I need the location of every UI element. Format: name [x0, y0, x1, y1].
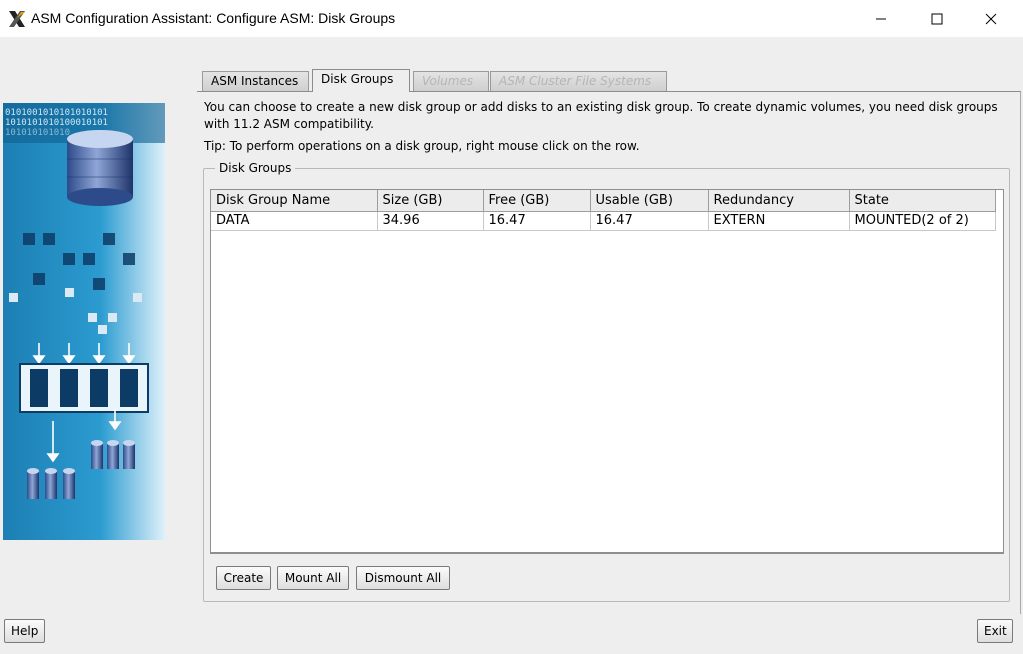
maximize-button[interactable] — [914, 0, 960, 37]
window-title: ASM Configuration Assistant: Configure A… — [31, 10, 396, 26]
column-header-redundancy[interactable]: Redundancy — [708, 190, 850, 212]
tab-disk-groups[interactable]: Disk Groups — [312, 69, 410, 92]
storage-illustration-icon: 0101001010101010101 1010101010100010101 … — [3, 103, 165, 540]
dismount-all-button[interactable]: Dismount All — [356, 566, 450, 590]
svg-text:101010101010: 101010101010 — [5, 128, 70, 138]
column-header-disk-group-name[interactable]: Disk Group Name — [211, 190, 378, 212]
disk-groups-panel-title: Disk Groups — [215, 161, 296, 175]
exit-button[interactable]: Exit — [977, 619, 1013, 643]
help-button[interactable]: Help — [4, 619, 45, 643]
app-icon — [9, 11, 25, 27]
description-text: You can choose to create a new disk grou… — [204, 100, 998, 131]
svg-text:0101001010101010101: 0101001010101010101 — [5, 108, 108, 118]
tab-asm-instances[interactable]: ASM Instances — [202, 71, 309, 91]
maximize-icon — [931, 13, 943, 24]
cell-free: 16.47 — [483, 211, 591, 231]
column-header-size[interactable]: Size (GB) — [377, 190, 484, 212]
tip-text: Tip: To perform operations on a disk gro… — [204, 139, 640, 153]
cell-disk-group-name: DATA — [211, 211, 378, 231]
table-bottom-edge — [210, 552, 1004, 554]
mount-all-button[interactable]: Mount All — [277, 566, 349, 590]
tab-asm-cluster-file-systems: ASM Cluster File Systems — [490, 71, 667, 91]
cell-size: 34.96 — [377, 211, 484, 231]
close-button[interactable] — [968, 0, 1014, 37]
tab-volumes: Volumes — [413, 71, 489, 91]
svg-text:1010101010100010101: 1010101010100010101 — [5, 118, 108, 128]
title-bar: ASM Configuration Assistant: Configure A… — [0, 0, 1023, 37]
table-header-row: Disk Group Name Size (GB) Free (GB) Usab… — [211, 190, 996, 212]
cell-usable: 16.47 — [590, 211, 709, 231]
close-icon — [985, 13, 997, 24]
create-button[interactable]: Create — [216, 566, 271, 590]
column-header-state[interactable]: State — [849, 190, 996, 212]
column-header-usable[interactable]: Usable (GB) — [590, 190, 709, 212]
minimize-button[interactable] — [858, 0, 904, 37]
table-row[interactable]: DATA 34.96 16.47 16.47 EXTERN MOUNTED(2 … — [211, 211, 996, 231]
disk-groups-table[interactable]: Disk Group Name Size (GB) Free (GB) Usab… — [210, 189, 1004, 553]
asm-illustration: 0101001010101010101 1010101010100010101 … — [3, 103, 165, 540]
cell-state: MOUNTED(2 of 2) — [849, 211, 996, 231]
column-header-free[interactable]: Free (GB) — [483, 190, 591, 212]
minimize-icon — [876, 18, 886, 19]
cell-redundancy: EXTERN — [708, 211, 850, 231]
